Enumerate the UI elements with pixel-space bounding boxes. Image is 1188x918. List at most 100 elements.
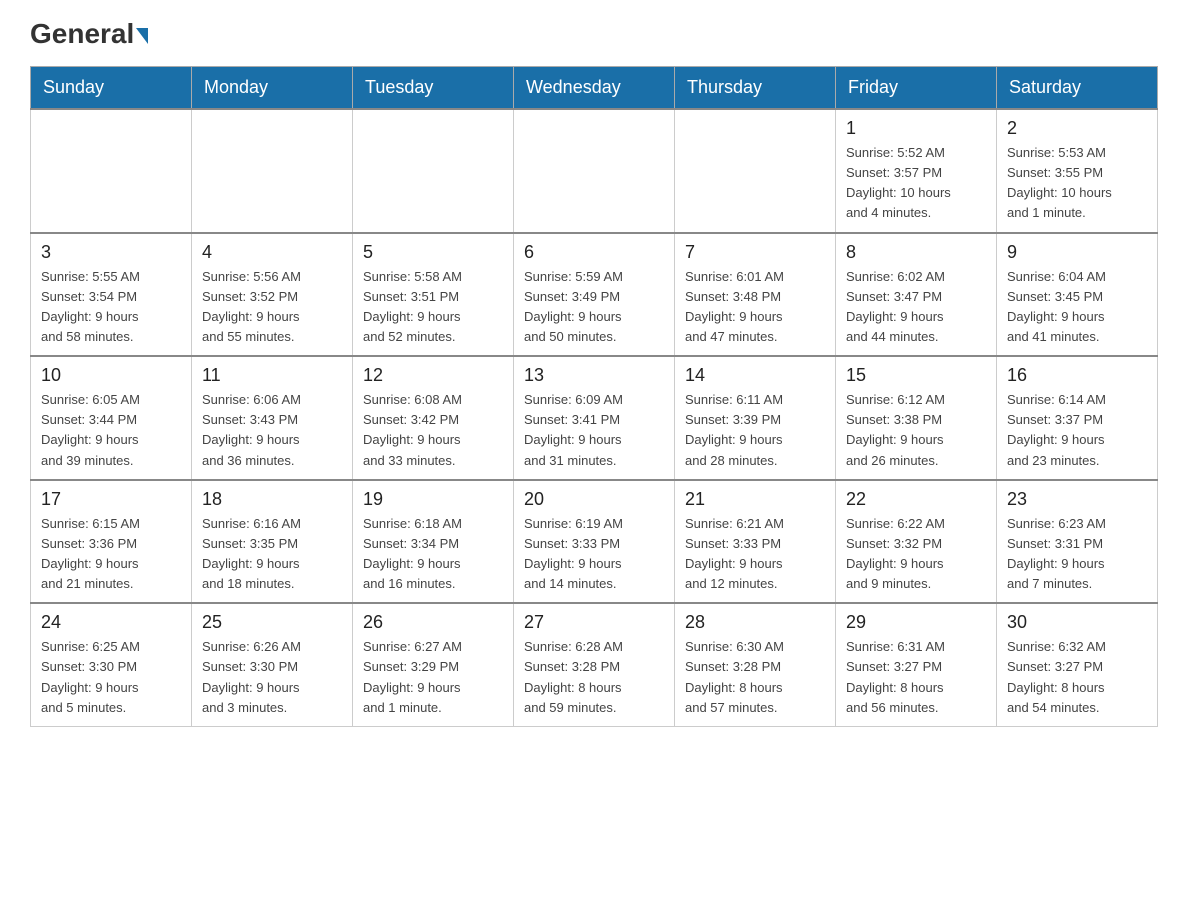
day-info: Sunrise: 5:59 AM Sunset: 3:49 PM Dayligh… [524,267,664,348]
day-info: Sunrise: 6:12 AM Sunset: 3:38 PM Dayligh… [846,390,986,471]
day-info: Sunrise: 6:14 AM Sunset: 3:37 PM Dayligh… [1007,390,1147,471]
calendar-cell [192,109,353,233]
day-info: Sunrise: 6:27 AM Sunset: 3:29 PM Dayligh… [363,637,503,718]
day-info: Sunrise: 5:55 AM Sunset: 3:54 PM Dayligh… [41,267,181,348]
day-info: Sunrise: 6:30 AM Sunset: 3:28 PM Dayligh… [685,637,825,718]
day-info: Sunrise: 6:09 AM Sunset: 3:41 PM Dayligh… [524,390,664,471]
day-info: Sunrise: 6:26 AM Sunset: 3:30 PM Dayligh… [202,637,342,718]
day-number: 6 [524,242,664,263]
calendar-cell: 1 Sunrise: 5:52 AM Sunset: 3:57 PM Daylig… [836,109,997,233]
day-number: 22 [846,489,986,510]
calendar-cell [514,109,675,233]
calendar-header-monday: Monday [192,67,353,110]
logo-general: General [30,18,134,49]
day-number: 24 [41,612,181,633]
day-info: Sunrise: 5:53 AM Sunset: 3:55 PM Dayligh… [1007,143,1147,224]
day-info: Sunrise: 6:18 AM Sunset: 3:34 PM Dayligh… [363,514,503,595]
calendar-cell: 17 Sunrise: 6:15 AM Sunset: 3:36 PM Dayli… [31,480,192,604]
day-info: Sunrise: 6:32 AM Sunset: 3:27 PM Dayligh… [1007,637,1147,718]
day-info: Sunrise: 6:28 AM Sunset: 3:28 PM Dayligh… [524,637,664,718]
calendar-cell: 14 Sunrise: 6:11 AM Sunset: 3:39 PM Dayli… [675,356,836,480]
calendar-cell: 25 Sunrise: 6:26 AM Sunset: 3:30 PM Dayli… [192,603,353,726]
day-info: Sunrise: 6:08 AM Sunset: 3:42 PM Dayligh… [363,390,503,471]
calendar-cell: 9Sunrise: 6:04 AM Sunset: 3:45 PM Daylig… [997,233,1158,357]
day-number: 27 [524,612,664,633]
week-row-4: 17 Sunrise: 6:15 AM Sunset: 3:36 PM Dayli… [31,480,1158,604]
day-number: 8 [846,242,986,263]
day-info: Sunrise: 6:16 AM Sunset: 3:35 PM Dayligh… [202,514,342,595]
day-info: Sunrise: 6:22 AM Sunset: 3:32 PM Dayligh… [846,514,986,595]
day-info: Sunrise: 5:52 AM Sunset: 3:57 PM Dayligh… [846,143,986,224]
day-number: 21 [685,489,825,510]
day-number: 11 [202,365,342,386]
week-row-3: 10 Sunrise: 6:05 AM Sunset: 3:44 PM Dayli… [31,356,1158,480]
calendar-cell: 15 Sunrise: 6:12 AM Sunset: 3:38 PM Dayli… [836,356,997,480]
week-row-2: 3 Sunrise: 5:55 AM Sunset: 3:54 PM Daylig… [31,233,1158,357]
page-header: General [30,20,1158,46]
calendar-cell: 4Sunrise: 5:56 AM Sunset: 3:52 PM Daylig… [192,233,353,357]
day-info: Sunrise: 6:06 AM Sunset: 3:43 PM Dayligh… [202,390,342,471]
day-info: Sunrise: 6:31 AM Sunset: 3:27 PM Dayligh… [846,637,986,718]
calendar-cell: 27 Sunrise: 6:28 AM Sunset: 3:28 PM Dayli… [514,603,675,726]
logo-triangle-icon [136,28,148,44]
calendar-cell: 30 Sunrise: 6:32 AM Sunset: 3:27 PM Dayli… [997,603,1158,726]
calendar-cell: 21Sunrise: 6:21 AM Sunset: 3:33 PM Dayli… [675,480,836,604]
day-number: 14 [685,365,825,386]
day-number: 26 [363,612,503,633]
day-number: 19 [363,489,503,510]
day-number: 12 [363,365,503,386]
day-number: 4 [202,242,342,263]
calendar-cell: 20Sunrise: 6:19 AM Sunset: 3:33 PM Dayli… [514,480,675,604]
calendar-cell: 10 Sunrise: 6:05 AM Sunset: 3:44 PM Dayli… [31,356,192,480]
calendar-cell: 18 Sunrise: 6:16 AM Sunset: 3:35 PM Dayli… [192,480,353,604]
day-number: 17 [41,489,181,510]
day-number: 16 [1007,365,1147,386]
calendar-header-tuesday: Tuesday [353,67,514,110]
day-info: Sunrise: 6:05 AM Sunset: 3:44 PM Dayligh… [41,390,181,471]
day-info: Sunrise: 6:11 AM Sunset: 3:39 PM Dayligh… [685,390,825,471]
day-number: 5 [363,242,503,263]
calendar-cell: 6 Sunrise: 5:59 AM Sunset: 3:49 PM Daylig… [514,233,675,357]
day-info: Sunrise: 6:25 AM Sunset: 3:30 PM Dayligh… [41,637,181,718]
day-info: Sunrise: 6:19 AM Sunset: 3:33 PM Dayligh… [524,514,664,595]
calendar-cell: 22 Sunrise: 6:22 AM Sunset: 3:32 PM Dayli… [836,480,997,604]
calendar-cell: 5Sunrise: 5:58 AM Sunset: 3:51 PM Daylig… [353,233,514,357]
calendar-header-thursday: Thursday [675,67,836,110]
day-info: Sunrise: 6:23 AM Sunset: 3:31 PM Dayligh… [1007,514,1147,595]
day-number: 7 [685,242,825,263]
day-number: 1 [846,118,986,139]
calendar-cell: 29Sunrise: 6:31 AM Sunset: 3:27 PM Dayli… [836,603,997,726]
day-number: 28 [685,612,825,633]
calendar-header-wednesday: Wednesday [514,67,675,110]
calendar-header-sunday: Sunday [31,67,192,110]
day-number: 13 [524,365,664,386]
calendar-cell: 28 Sunrise: 6:30 AM Sunset: 3:28 PM Dayli… [675,603,836,726]
day-info: Sunrise: 6:01 AM Sunset: 3:48 PM Dayligh… [685,267,825,348]
calendar-cell: 19 Sunrise: 6:18 AM Sunset: 3:34 PM Dayli… [353,480,514,604]
calendar-header-friday: Friday [836,67,997,110]
calendar-cell: 3 Sunrise: 5:55 AM Sunset: 3:54 PM Daylig… [31,233,192,357]
calendar-table: SundayMondayTuesdayWednesdayThursdayFrid… [30,66,1158,727]
week-row-5: 24 Sunrise: 6:25 AM Sunset: 3:30 PM Dayli… [31,603,1158,726]
day-number: 23 [1007,489,1147,510]
calendar-cell: 12 Sunrise: 6:08 AM Sunset: 3:42 PM Dayli… [353,356,514,480]
calendar-cell: 26 Sunrise: 6:27 AM Sunset: 3:29 PM Dayli… [353,603,514,726]
calendar-cell: 8Sunrise: 6:02 AM Sunset: 3:47 PM Daylig… [836,233,997,357]
day-info: Sunrise: 6:15 AM Sunset: 3:36 PM Dayligh… [41,514,181,595]
day-number: 2 [1007,118,1147,139]
day-number: 10 [41,365,181,386]
calendar-cell: 16 Sunrise: 6:14 AM Sunset: 3:37 PM Dayli… [997,356,1158,480]
day-number: 3 [41,242,181,263]
calendar-header-row: SundayMondayTuesdayWednesdayThursdayFrid… [31,67,1158,110]
logo: General [30,20,148,46]
day-number: 18 [202,489,342,510]
calendar-cell: 2 Sunrise: 5:53 AM Sunset: 3:55 PM Daylig… [997,109,1158,233]
day-number: 9 [1007,242,1147,263]
day-number: 30 [1007,612,1147,633]
calendar-cell [675,109,836,233]
calendar-cell: 13 Sunrise: 6:09 AM Sunset: 3:41 PM Dayli… [514,356,675,480]
day-number: 15 [846,365,986,386]
day-number: 25 [202,612,342,633]
calendar-cell [353,109,514,233]
calendar-header-saturday: Saturday [997,67,1158,110]
